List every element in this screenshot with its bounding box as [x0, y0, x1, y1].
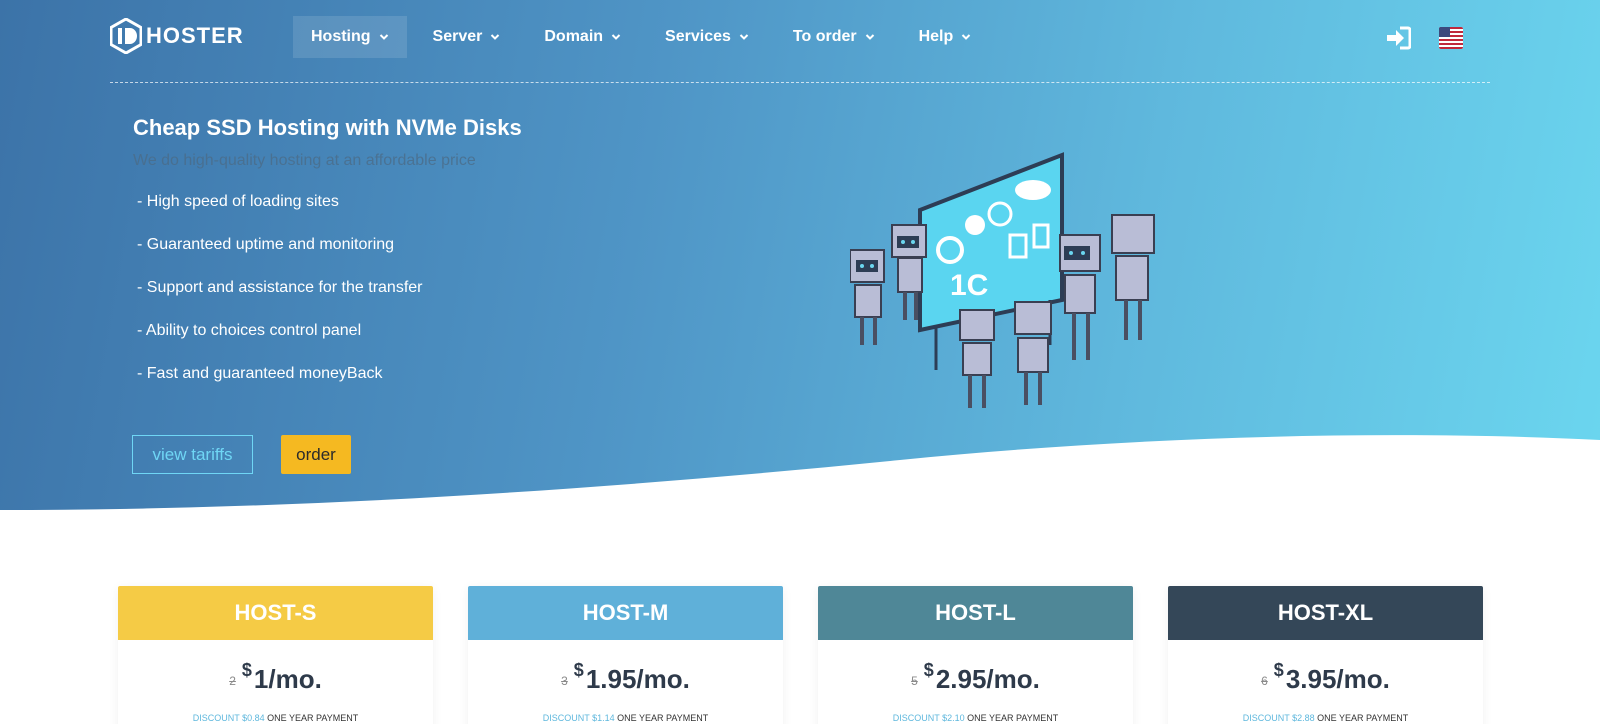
discount-text: DISCOUNT $2.88: [1242, 713, 1315, 723]
discount-note: ONE YEAR PAYMENT: [617, 713, 709, 723]
logo-mark-icon: [110, 18, 142, 54]
order-button[interactable]: order: [281, 435, 351, 474]
menu-item-help[interactable]: Help: [901, 16, 990, 58]
plan-discount-line: DISCOUNT $2.88 ONE YEAR PAYMENT: [1168, 713, 1483, 723]
menu-item-server[interactable]: Server: [415, 16, 519, 58]
old-price: 5: [911, 674, 918, 688]
plan-discount-line: DISCOUNT $2.10 ONE YEAR PAYMENT: [818, 713, 1133, 723]
plan-title: HOST-XL: [1168, 586, 1483, 640]
plan-card-host-s: HOST-S 2 $ 1 /mo. DISCOUNT $0.84 ONE YEA…: [118, 586, 433, 724]
feature-item: - Support and assistance for the transfe…: [137, 279, 423, 296]
price-amount: 3.95: [1285, 664, 1337, 694]
price-amount: 2.95: [935, 664, 987, 694]
chevron-down-icon: [491, 34, 500, 40]
discount-text: DISCOUNT $2.10: [892, 713, 965, 723]
price-period: /mo.: [1336, 664, 1390, 694]
menu-item-label: To order: [792, 28, 857, 45]
currency-symbol: $: [241, 660, 252, 680]
old-price: 3: [561, 674, 568, 688]
currency-symbol: $: [923, 660, 934, 680]
discount-text: DISCOUNT $1.14: [542, 713, 615, 723]
plan-price: 6 $ 3.95 /mo.: [1168, 658, 1483, 695]
plan-discount-line: DISCOUNT $1.14 ONE YEAR PAYMENT: [468, 713, 783, 723]
feature-item: - Fast and guaranteed moneyBack: [137, 365, 383, 382]
top-navigation: HOSTER Hosting Server Domain Services To…: [0, 0, 1600, 83]
plan-card-host-xl: HOST-XL 6 $ 3.95 /mo. DISCOUNT $2.88 ONE…: [1168, 586, 1483, 724]
robots-whiteboard-illustration: 1C: [850, 152, 1155, 408]
us-flag-icon[interactable]: [1439, 27, 1463, 49]
currency-symbol: $: [573, 660, 584, 680]
menu-item-label: Domain: [544, 28, 604, 45]
feature-item: - High speed of loading sites: [137, 193, 339, 210]
svg-text:1C: 1C: [950, 269, 988, 302]
discount-text: DISCOUNT $0.84: [192, 713, 265, 723]
feature-item: - Ability to choices control panel: [137, 322, 362, 339]
site-logo[interactable]: HOSTER: [110, 18, 244, 54]
menu-item-label: Hosting: [311, 28, 371, 45]
chevron-down-icon: [962, 34, 971, 40]
plan-price: 2 $ 1 /mo.: [118, 658, 433, 695]
plan-card-host-m: HOST-M 3 $ 1.95 /mo. DISCOUNT $1.14 ONE …: [468, 586, 783, 724]
menu-item-label: Server: [432, 28, 483, 45]
chevron-down-icon: [865, 34, 874, 40]
plan-price: 5 $ 2.95 /mo.: [818, 658, 1133, 695]
hero-subtitle: We do high-quality hosting at an afforda…: [133, 152, 476, 169]
old-price: 2: [229, 674, 236, 688]
old-price: 6: [1261, 674, 1268, 688]
menu-item-hosting[interactable]: Hosting: [293, 16, 407, 58]
nav-divider: [110, 82, 1490, 83]
discount-note: ONE YEAR PAYMENT: [1317, 713, 1409, 723]
chevron-down-icon: [379, 34, 388, 40]
menu-item-label: Help: [918, 28, 954, 45]
discount-note: ONE YEAR PAYMENT: [967, 713, 1059, 723]
menu-item-domain[interactable]: Domain: [526, 16, 639, 58]
plan-card-host-l: HOST-L 5 $ 2.95 /mo. DISCOUNT $2.10 ONE …: [818, 586, 1133, 724]
feature-item: - Guaranteed uptime and monitoring: [137, 236, 395, 253]
hero-title: Cheap SSD Hosting with NVMe Disks: [133, 115, 522, 140]
price-period: /mo.: [636, 664, 690, 694]
plan-title: HOST-L: [818, 586, 1133, 640]
price-period: /mo.: [268, 664, 322, 694]
menu-item-label: Services: [665, 28, 731, 45]
currency-symbol: $: [1273, 660, 1284, 680]
chevron-down-icon: [739, 34, 749, 40]
menu-item-services[interactable]: Services: [647, 16, 767, 58]
feature-list: - High speed of loading sites - Guarante…: [137, 193, 422, 408]
sign-in-icon[interactable]: [1385, 26, 1411, 50]
logo-text: HOSTER: [146, 23, 244, 48]
chevron-down-icon: [611, 34, 621, 40]
menu-item-to-order[interactable]: To order: [775, 16, 893, 58]
view-tariffs-button[interactable]: view tariffs: [132, 435, 253, 474]
plan-title: HOST-M: [468, 586, 783, 640]
plan-title: HOST-S: [118, 586, 433, 640]
discount-note: ONE YEAR PAYMENT: [267, 713, 359, 723]
plan-discount-line: DISCOUNT $0.84 ONE YEAR PAYMENT: [118, 713, 433, 723]
price-amount: 1: [253, 664, 269, 694]
price-amount: 1.95: [585, 664, 637, 694]
main-menu: Hosting Server Domain Services To order …: [293, 16, 997, 58]
price-period: /mo.: [986, 664, 1040, 694]
plan-price: 3 $ 1.95 /mo.: [468, 658, 783, 695]
